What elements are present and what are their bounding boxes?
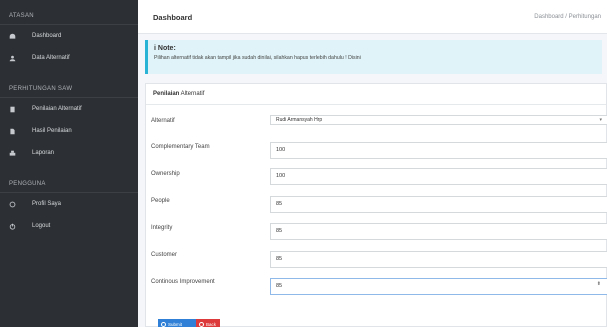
integrity-input[interactable]: 85: [270, 223, 607, 240]
comment-icon: [8, 200, 16, 208]
complementary-team-label: Complementary Team: [151, 144, 210, 150]
sidebar-item-label: Dashboard: [32, 33, 62, 39]
customer-label: Customer: [151, 252, 178, 258]
sidebar-item-laporan[interactable]: Laporan: [0, 142, 138, 164]
sidebar-item-profil-saya[interactable]: Profil Saya: [0, 193, 138, 215]
power-icon: [8, 222, 16, 230]
continous-improvement-input[interactable]: 85 ⬍: [270, 278, 607, 295]
note-alert: i Note: Pilihan alternatif tidak akan ta…: [145, 40, 602, 74]
sidebar: ATASAN Dashboard Data Alternatif PERHITU…: [0, 0, 138, 327]
note-text: Pilihan alternatif tidak akan tampil jik…: [154, 55, 361, 61]
page-title: Dashboard: [153, 13, 193, 22]
sidebar-item-hasil-penilaian[interactable]: Hasil Penilaian: [0, 120, 138, 142]
breadcrumb: Dashboard / Perhitungan: [534, 14, 601, 20]
continous-improvement-label: Continous Improvement: [151, 279, 215, 285]
print-icon: [8, 149, 16, 157]
penilaian-card: Penilaian Alternatif Alternatif Rudi Arm…: [145, 83, 607, 327]
sidebar-item-data-alternatif[interactable]: Data Alternatif: [0, 47, 138, 69]
sidebar-item-label: Logout: [32, 223, 51, 229]
section-perhitungan: PERHITUNGAN SAW: [9, 86, 73, 92]
continous-improvement-value: 85: [276, 283, 283, 289]
file-icon: [8, 127, 16, 135]
people-label: People: [151, 198, 170, 204]
customer-input[interactable]: 85: [270, 251, 607, 268]
clipboard-icon: [8, 105, 16, 113]
spinner-icon[interactable]: ⬍: [597, 282, 601, 287]
chevron-down-icon: ▾: [599, 117, 602, 123]
sidebar-item-label: Data Alternatif: [32, 55, 70, 61]
top-bar: Dashboard Dashboard / Perhitungan: [138, 0, 607, 34]
alternatif-label: Alternatif: [151, 118, 175, 124]
submit-button-label: Submit: [168, 321, 183, 327]
section-atasan: ATASAN: [9, 13, 34, 19]
back-button[interactable]: Back: [196, 319, 220, 327]
alternatif-select-value: Rudi Armansyah Hrp: [276, 117, 323, 123]
submit-button[interactable]: Submit: [158, 319, 196, 327]
user-icon: [8, 54, 16, 62]
card-title-bold: Penilaian: [153, 91, 180, 97]
sidebar-item-penilaian-alternatif[interactable]: Penilaian Alternatif: [0, 98, 138, 120]
sidebar-item-label: Laporan: [32, 150, 55, 156]
sidebar-item-dashboard[interactable]: Dashboard: [0, 25, 138, 47]
card-title-rest: Alternatif: [179, 91, 205, 97]
card-header: Penilaian Alternatif: [146, 84, 606, 105]
note-title: i Note:: [154, 45, 176, 52]
sidebar-item-logout[interactable]: Logout: [0, 215, 138, 237]
tachometer-icon: [8, 32, 16, 40]
integrity-label: Integrity: [151, 225, 173, 231]
sidebar-item-label: Profil Saya: [32, 201, 62, 207]
sidebar-item-label: Penilaian Alternatif: [32, 106, 82, 112]
sidebar-item-label: Hasil Penilaian: [32, 128, 72, 134]
section-pengguna: PENGGUNA: [9, 181, 46, 187]
ownership-label: Ownership: [151, 171, 180, 177]
check-circle-icon: [161, 321, 166, 327]
back-button-label: Back: [206, 321, 217, 327]
back-circle-icon: [199, 321, 204, 327]
alternatif-select[interactable]: Rudi Armansyah Hrp ▾: [270, 115, 607, 125]
people-input[interactable]: 85: [270, 196, 607, 213]
complementary-team-input[interactable]: 100: [270, 142, 607, 159]
ownership-input[interactable]: 100: [270, 168, 607, 185]
